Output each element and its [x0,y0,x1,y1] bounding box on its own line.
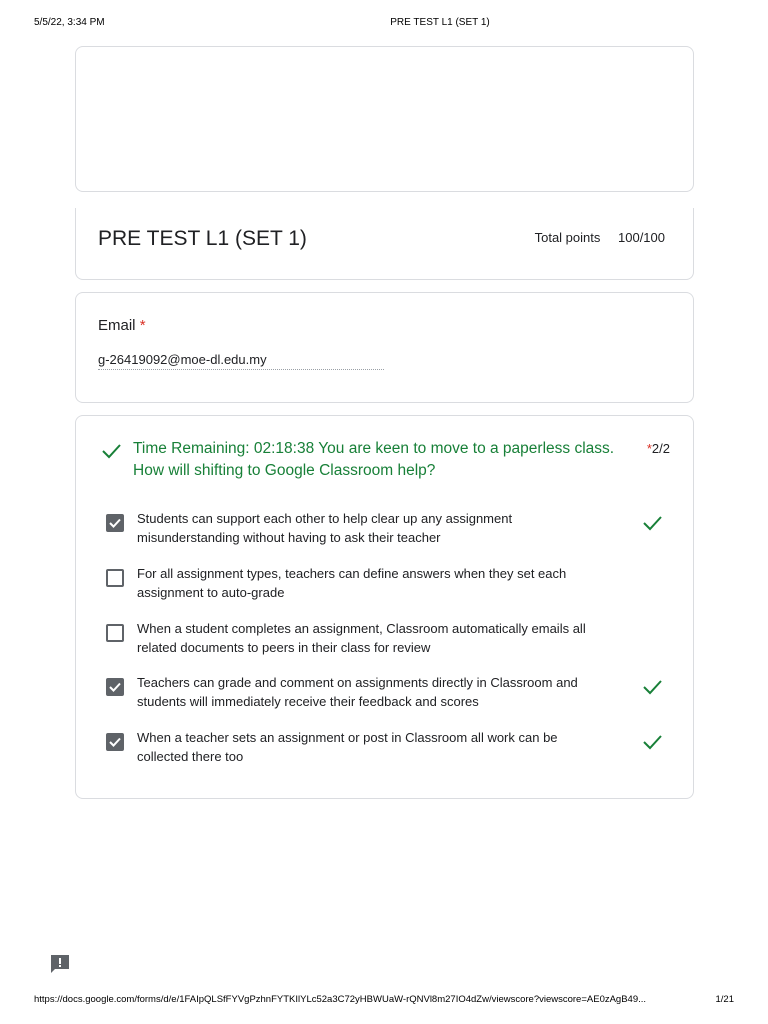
total-points-value: 100/100 [618,230,665,245]
checkbox-checked-icon[interactable] [106,514,124,532]
total-points: Total points 100/100 [535,230,665,245]
checkbox-checked-icon[interactable] [106,733,124,751]
option-label: For all assignment types, teachers can d… [137,566,567,600]
option-label: Teachers can grade and comment on assign… [137,675,578,709]
question-score: *2/2 [646,441,670,456]
option-label: When a student completes an assignment, … [137,621,586,655]
form-title-card: PRE TEST L1 (SET 1) Total points 100/100 [75,208,694,280]
option-3[interactable]: When a student completes an assignment, … [106,620,666,664]
check-icon [643,680,662,695]
print-url: https://docs.google.com/forms/d/e/1FAIpQ… [34,994,647,1005]
print-title: PRE TEST L1 (SET 1) [390,17,490,28]
checkbox-empty-icon[interactable] [106,624,124,642]
form-title: PRE TEST L1 (SET 1) [98,227,307,250]
required-asterisk: * [139,317,146,334]
header-banner [75,46,694,192]
feedback-icon[interactable] [49,953,71,975]
total-points-label: Total points [534,230,601,245]
checkbox-empty-icon[interactable] [106,569,124,587]
option-1[interactable]: Students can support each other to help … [106,510,666,554]
page: 5/5/22, 3:34 PM PRE TEST L1 (SET 1) PRE … [0,0,768,1024]
checkbox-checked-icon[interactable] [106,678,124,696]
option-label: Students can support each other to help … [137,511,513,545]
option-label: When a teacher sets an assignment or pos… [137,730,558,764]
option-5[interactable]: When a teacher sets an assignment or pos… [106,729,666,773]
question-text: Time Remaining: 02:18:38 You are keen to… [133,440,615,479]
option-4[interactable]: Teachers can grade and comment on assign… [106,674,666,718]
check-icon [643,516,662,531]
check-icon [102,444,121,459]
print-page-number: 1/21 [715,994,735,1005]
option-2[interactable]: For all assignment types, teachers can d… [106,565,666,609]
question-card: Time Remaining: 02:18:38 You are keen to… [75,415,694,799]
email-card: Email * g-26419092@moe-dl.edu.my [75,292,694,403]
check-icon [643,735,662,750]
email-label: Email * [98,317,146,334]
email-field[interactable]: g-26419092@moe-dl.edu.my [98,352,384,370]
